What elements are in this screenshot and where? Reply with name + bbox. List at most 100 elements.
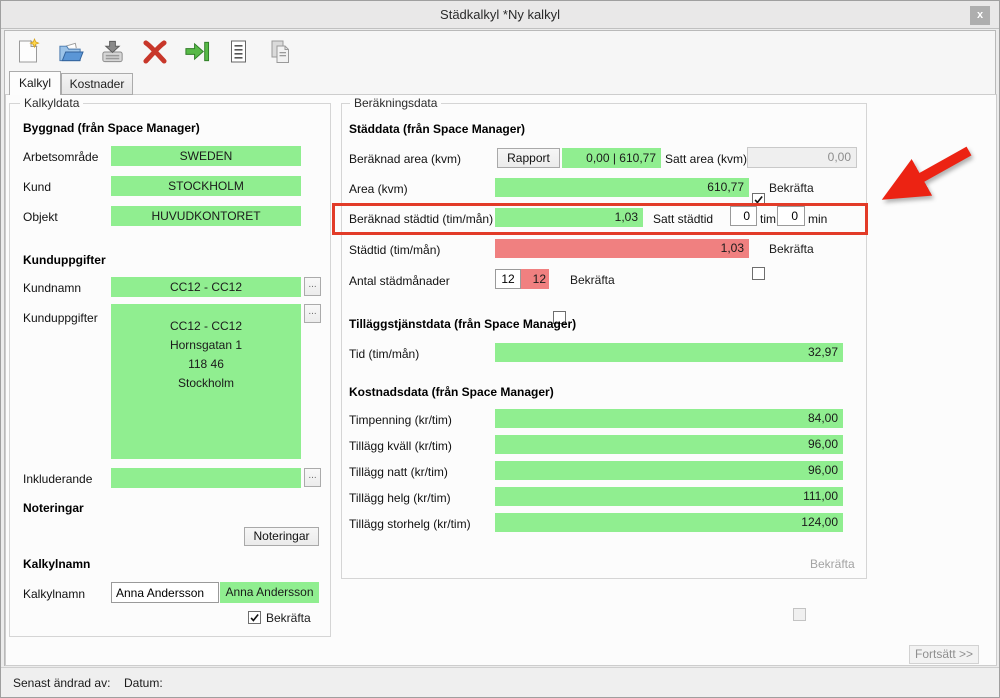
beraknad-stadtid-label: Beräknad städtid (tim/mån) [349,212,494,226]
tim-label: tim [760,212,776,226]
antal-stadmanader-value: 12 [521,269,549,289]
kalkylnamn-bekrafta-checkbox[interactable] [248,611,261,624]
stadtid-label: Städtid (tim/mån) [349,243,441,257]
kunduppgifter-heading: Kunduppgifter [23,253,106,267]
satt-area-input: 0,00 [747,147,857,168]
kalkylnamn-bekrafta-label: Bekräfta [266,611,311,625]
kunduppgifter-browse-button[interactable]: ... [304,304,321,323]
tillaggstjanst-heading: Tilläggstjänstdata (från Space Manager) [349,317,577,331]
save-icon [99,38,126,68]
tab-kalkyl[interactable]: Kalkyl [9,71,61,95]
objekt-label: Objekt [23,210,58,224]
kundnamn-value: CC12 - CC12 [111,277,301,297]
arbetsomrade-label: Arbetsområde [23,150,99,164]
copy-button[interactable] [265,38,295,68]
byggnad-heading: Byggnad (från Space Manager) [23,121,200,135]
status-bar: Senast ändrad av: Datum: [1,667,999,697]
area-label: Area (kvm) [349,182,408,196]
tillagg-kvall-value: 96,00 [495,435,843,454]
noteringar-heading: Noteringar [23,501,84,515]
noteringar-button[interactable]: Noteringar [244,527,319,546]
antal-stadmanader-bekrafta-label: Bekräfta [570,273,615,287]
inkluderande-browse-button[interactable]: ... [304,468,321,487]
berakningsdata-legend: Beräkningsdata [350,96,442,110]
inkluderande-value [111,468,301,488]
kostnadsdata-bekrafta-checkbox [793,608,806,621]
tillagg-natt-value: 96,00 [495,461,843,480]
senast-andrad-label: Senast ändrad av: [13,676,111,690]
kunduppgifter-line: Stockholm [177,376,235,390]
beraknad-area-label: Beräknad area (kvm) [349,152,462,166]
report-icon [225,38,252,68]
tillagg-storhelg-label: Tillägg storhelg (kr/tim) [349,517,471,531]
stadtid-bekrafta-label: Bekräfta [769,242,814,256]
tillagg-storhelg-value: 124,00 [495,513,843,532]
objekt-value: HUVUDKONTORET [111,206,301,226]
tab-kostnader[interactable]: Kostnader [61,73,133,95]
beraknad-stadtid-value: 1,03 [495,208,643,227]
rapport-button[interactable]: Rapport [497,148,560,168]
staddata-heading: Städdata (från Space Manager) [349,122,526,136]
kunduppgifter-label: Kunduppgifter [23,311,98,325]
export-icon [183,38,210,68]
datum-label: Datum: [124,676,163,690]
kalkylnamn-input[interactable] [111,582,219,603]
delete-icon [141,38,168,68]
copy-icon [267,38,294,68]
kundnamn-label: Kundnamn [23,281,82,295]
stadtid-value: 1,03 [495,239,749,258]
open-folder-icon [57,38,84,68]
tid-value: 32,97 [495,343,843,362]
berakningsdata-groupbox: Beräkningsdata [341,96,867,579]
satt-stadtid-min-input[interactable] [777,206,805,226]
tid-label: Tid (tim/mån) [349,347,420,361]
tillagg-helg-value: 111,00 [495,487,843,506]
fortsatt-button[interactable]: Fortsätt >> [909,645,979,664]
checkmark-icon [754,196,763,204]
area-bekrafta-label: Bekräfta [769,181,814,195]
report-button[interactable] [223,38,253,68]
arbetsomrade-value: SWEDEN [111,146,301,166]
kostnadsdata-heading: Kostnadsdata (från Space Manager) [349,385,554,399]
delete-button[interactable] [139,38,169,68]
inkluderande-label: Inkluderande [23,472,93,486]
close-button[interactable]: x [970,6,990,25]
satt-stadtid-tim-input[interactable] [730,206,757,226]
kund-value: STOCKHOLM [111,176,301,196]
area-value: 610,77 [495,178,749,197]
area-bekrafta-checkbox[interactable] [752,193,765,206]
kostnadsdata-bekrafta-label: Bekräfta [810,557,855,571]
antal-stadmanader-label: Antal städmånader [349,274,450,288]
min-label: min [808,212,828,226]
kalkyldata-legend: Kalkyldata [20,96,84,110]
kunduppgifter-value: CC12 - CC12 Hornsgatan 1 118 46 Stockhol… [111,304,301,459]
kalkylnamn-confirmed-value: Anna Andersson [220,582,319,603]
stadkalkyl-window: Städkalkyl *Ny kalkyl x Kalkyl Kostnader… [0,0,1000,698]
window-title: Städkalkyl *Ny kalkyl [440,7,560,22]
tillagg-natt-label: Tillägg natt (kr/tim) [349,465,448,479]
annotation-arrow-icon [881,146,972,200]
satt-stadtid-label: Satt städtid [653,212,714,226]
save-button[interactable] [97,38,127,68]
kalkylnamn-heading: Kalkylnamn [23,557,91,571]
tillagg-kvall-label: Tillägg kväll (kr/tim) [349,439,452,453]
beraknad-area-value: 0,00 | 610,77 [562,148,661,168]
tillagg-helg-label: Tillägg helg (kr/tim) [349,491,451,505]
new-document-button[interactable] [13,37,43,68]
satt-area-label: Satt area (kvm) [665,152,748,166]
antal-stadmanader-input[interactable] [495,269,521,289]
new-document-icon [15,37,42,68]
export-button[interactable] [181,38,211,68]
title-bar: Städkalkyl *Ny kalkyl x [1,1,999,29]
kunduppgifter-line: Hornsgatan 1 [169,338,243,352]
kunduppgifter-line: CC12 - CC12 [169,319,243,333]
toolbar [13,35,295,71]
open-button[interactable] [55,38,85,68]
timpenning-label: Timpenning (kr/tim) [349,413,452,427]
kundnamn-browse-button[interactable]: ... [304,277,321,296]
timpenning-value: 84,00 [495,409,843,428]
stadtid-bekrafta-checkbox[interactable] [752,267,765,280]
kunduppgifter-line: 118 46 [188,357,224,371]
kalkylnamn-label: Kalkylnamn [23,587,86,601]
kund-label: Kund [23,180,52,194]
